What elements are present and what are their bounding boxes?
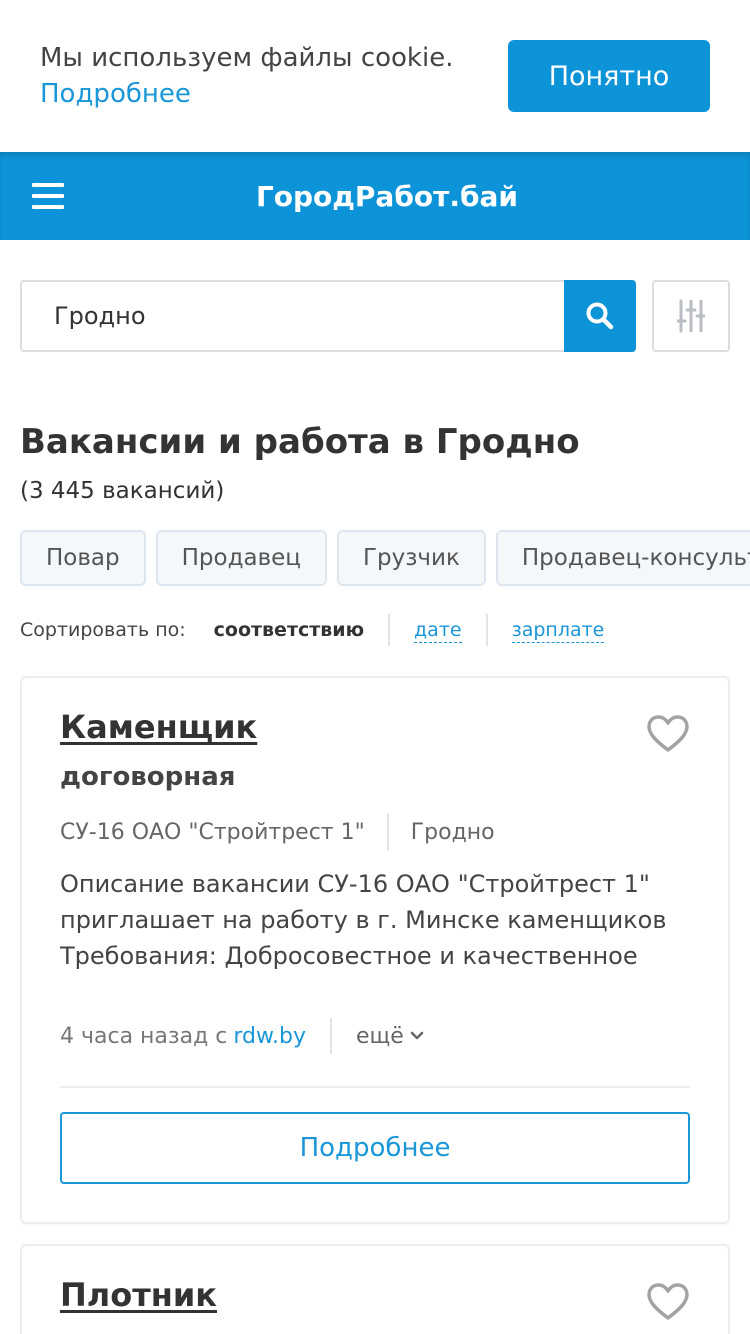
sort-label: Сортировать по: xyxy=(20,619,186,641)
job-meta: СУ-16 ОАО "Стройтрест 1" Гродно xyxy=(60,814,495,850)
heart-favorite-icon[interactable] xyxy=(646,1282,690,1322)
chip-povar[interactable]: Повар xyxy=(20,530,146,586)
vacancy-count: (3 445 вакансий) xyxy=(20,478,225,504)
cookie-banner: Мы используем файлы cookie. Подробнее По… xyxy=(0,0,750,152)
heart-favorite-icon[interactable] xyxy=(646,714,690,754)
job-company: СУ-16 ОАО "Стройтрест 1" xyxy=(60,819,365,845)
more-label: ещё xyxy=(355,1023,404,1049)
cookie-text: Мы используем файлы cookie. xyxy=(40,43,454,73)
cookie-accept-button[interactable]: Понятно xyxy=(508,40,710,112)
chip-prodavec-konsultant[interactable]: Продавец-консультант xyxy=(495,530,750,586)
chip-gruzchik[interactable]: Грузчик xyxy=(336,530,486,586)
search-input[interactable] xyxy=(54,296,534,336)
job-title[interactable]: Плотник xyxy=(60,1276,217,1314)
more-dropdown[interactable]: ещё xyxy=(356,1024,424,1049)
sort-bar: Сортировать по: соответствию дате зарпла… xyxy=(20,612,628,648)
sort-divider xyxy=(388,614,391,646)
footer-divider xyxy=(329,1018,332,1054)
search-button[interactable] xyxy=(564,280,636,352)
job-description: Описание вакансии СУ-16 ОАО "Стройтрест … xyxy=(60,870,667,970)
top-header: ГородРабот.бай xyxy=(0,152,750,240)
job-card: Плотник xyxy=(20,1244,730,1334)
search-box xyxy=(20,280,636,352)
job-footer: 4 часа назад с rdw.by ещё xyxy=(60,1016,424,1056)
search-icon xyxy=(586,302,614,330)
site-logo[interactable]: ГородРабот.бай xyxy=(0,152,750,240)
chip-prodavec[interactable]: Продавец xyxy=(155,530,327,586)
meta-divider xyxy=(386,814,389,850)
filter-button[interactable] xyxy=(652,280,730,352)
sort-date[interactable]: дате xyxy=(414,618,462,643)
sort-divider xyxy=(485,614,488,646)
job-source-link[interactable]: rdw.by xyxy=(233,1024,306,1049)
details-button[interactable]: Подробнее xyxy=(60,1112,690,1184)
sort-salary[interactable]: зарплате xyxy=(511,618,605,643)
sort-relevance[interactable]: соответствию xyxy=(214,619,388,641)
job-time: 4 часа назад с xyxy=(60,1023,228,1049)
sliders-filter-icon xyxy=(677,299,705,333)
cookie-more-link[interactable]: Подробнее xyxy=(40,76,480,112)
job-title[interactable]: Каменщик xyxy=(60,708,257,746)
job-salary: договорная xyxy=(60,762,236,792)
card-divider xyxy=(60,1086,690,1088)
page-title: Вакансии и работа в Гродно xyxy=(20,422,580,462)
category-chips: ПоварПродавецГрузчикПродавец-консультант xyxy=(20,530,750,586)
job-card: Каменщик договорная СУ-16 ОАО "Стройтрес… xyxy=(20,676,730,1224)
cookie-message: Мы используем файлы cookie. Подробнее xyxy=(40,40,480,112)
chevron-down-icon xyxy=(410,1031,424,1040)
job-city: Гродно xyxy=(410,819,495,845)
